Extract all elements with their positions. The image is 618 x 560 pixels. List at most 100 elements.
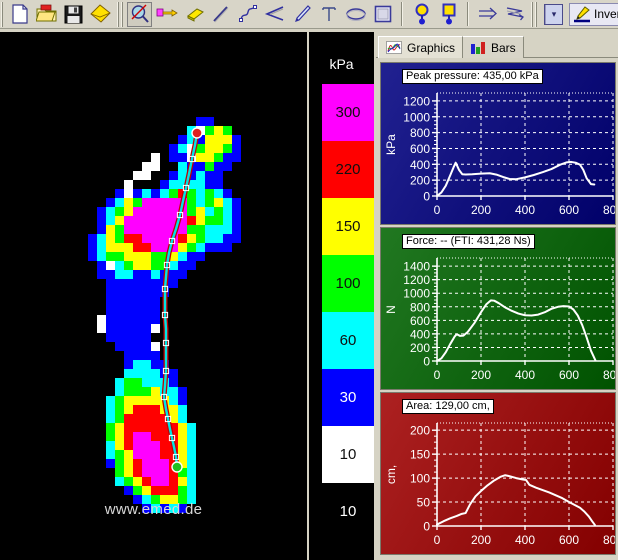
x-tick-label: 200 <box>471 368 491 382</box>
color-scale-band[interactable]: 10 <box>322 426 374 483</box>
zoom-off-tool[interactable] <box>127 1 152 27</box>
y-axis-label: N <box>384 305 398 314</box>
force-chart[interactable]: Force: -- (FTI: 431,28 Ns) 0 200 400 600 800 1… <box>380 227 616 390</box>
peak-pressure-chart-title: Peak pressure: 435,00 kPa <box>402 69 543 84</box>
pressure-cell <box>214 243 223 252</box>
y-tick-label: 150 <box>410 448 430 462</box>
tab-bars[interactable]: Bars <box>462 36 524 58</box>
pressure-cell <box>124 333 133 342</box>
pressure-cell <box>124 198 133 207</box>
chevron-down-icon[interactable]: ▾ <box>545 4 562 24</box>
pressure-cell <box>133 477 142 486</box>
pressure-cell <box>124 297 133 306</box>
pressure-cell <box>133 252 142 261</box>
area-chart[interactable]: Area: 129,00 cm, 0 50 100 150 200 0 200 400 600 80… <box>380 392 616 555</box>
color-scale-band[interactable]: 100 <box>322 255 374 312</box>
pressure-cell <box>205 243 214 252</box>
pressure-cell <box>187 198 196 207</box>
pressure-cell <box>115 342 124 351</box>
pressure-cell <box>97 225 106 234</box>
marker-square-button[interactable] <box>436 2 461 27</box>
text-tool[interactable] <box>316 2 341 27</box>
pressure-cell <box>133 261 142 270</box>
color-scale-band[interactable]: 60 <box>322 312 374 369</box>
pressure-cell <box>106 405 115 414</box>
pressure-cell <box>133 315 142 324</box>
pressure-cell <box>133 279 142 288</box>
pressure-cell <box>133 243 142 252</box>
ellipse-tool[interactable] <box>343 2 368 27</box>
pressure-cell <box>187 234 196 243</box>
y-tick-label: 400 <box>410 327 430 341</box>
new-document-button[interactable] <box>7 2 32 27</box>
pressure-cell <box>205 171 214 180</box>
y-tick-label: 1000 <box>403 287 430 301</box>
pressure-cell <box>133 342 142 351</box>
cop-end-marker[interactable] <box>171 461 183 473</box>
toolbar-tools-group <box>124 1 398 28</box>
y-axis-label: kPa <box>384 134 398 155</box>
color-scale-band[interactable]: 10 <box>322 483 374 540</box>
color-scale-band[interactable]: 220 <box>322 141 374 198</box>
pressure-cell <box>88 252 97 261</box>
pressure-cell <box>142 360 151 369</box>
y-tick-label: 1400 <box>403 260 430 274</box>
pressure-cell <box>142 306 151 315</box>
zigzag-button[interactable] <box>502 2 527 27</box>
pressure-cell <box>151 243 160 252</box>
pressure-cell <box>169 270 178 279</box>
pressure-cell <box>178 144 187 153</box>
export-button[interactable] <box>88 2 113 27</box>
line-style-combo[interactable]: ▾ <box>544 3 563 25</box>
toolbar-edge-3 <box>121 1 123 27</box>
color-scale-band[interactable]: 30 <box>322 369 374 426</box>
line-tool[interactable] <box>208 2 233 27</box>
toolbar-edge-5 <box>535 1 537 27</box>
pressure-cell <box>124 432 133 441</box>
invert-button[interactable]: Invert <box>569 2 618 26</box>
invert-brush-icon <box>574 6 590 23</box>
pressure-cell <box>142 405 151 414</box>
save-button[interactable] <box>61 2 86 27</box>
pressure-cell <box>124 342 133 351</box>
x-tick-label: 800 <box>603 368 616 382</box>
pressure-cell <box>124 477 133 486</box>
color-scale-band[interactable]: 150 <box>322 198 374 255</box>
pressure-cell <box>115 396 124 405</box>
tab-graphics[interactable]: Graphics <box>378 36 464 58</box>
pressure-cell <box>124 360 133 369</box>
next-button[interactable] <box>475 2 500 27</box>
pressure-cell <box>124 180 133 189</box>
toolbar-nav-group <box>472 1 530 28</box>
rectangle-tool[interactable] <box>370 2 395 27</box>
color-scale-band-label: 220 <box>335 161 361 178</box>
pressure-cell <box>196 234 205 243</box>
color-scale-band[interactable]: 300 <box>322 84 374 141</box>
curve-tool[interactable] <box>235 2 260 27</box>
eraser-tool[interactable] <box>181 2 206 27</box>
step-tool[interactable] <box>154 2 179 27</box>
pressure-cell <box>106 333 115 342</box>
open-folder-icon <box>35 4 56 22</box>
open-folder-button[interactable] <box>34 2 59 27</box>
pen-tool[interactable] <box>289 2 314 27</box>
pressure-cell <box>178 432 187 441</box>
pressure-cell <box>178 441 187 450</box>
pressure-cell <box>124 468 133 477</box>
pressure-cell <box>151 297 160 306</box>
pressure-footprint-image[interactable] <box>0 33 307 543</box>
pressure-footprint-panel[interactable]: www.emed.de <box>0 32 307 560</box>
cop-start-marker[interactable] <box>191 127 203 139</box>
pressure-cell <box>232 135 241 144</box>
toolbar-separator-1 <box>401 2 403 26</box>
pressure-cell <box>142 270 151 279</box>
pressure-cell <box>160 189 169 198</box>
pressure-cell <box>187 477 196 486</box>
pressure-cell <box>133 441 142 450</box>
angle-tool[interactable] <box>262 2 287 27</box>
pressure-cell <box>106 414 115 423</box>
marker-round-button[interactable] <box>409 2 434 27</box>
tab-graphics-label: Graphics <box>407 40 456 55</box>
pressure-cell <box>205 153 214 162</box>
peak-pressure-chart[interactable]: Peak pressure: 435,00 kPa 0 200 400 600 800 10… <box>380 62 616 225</box>
